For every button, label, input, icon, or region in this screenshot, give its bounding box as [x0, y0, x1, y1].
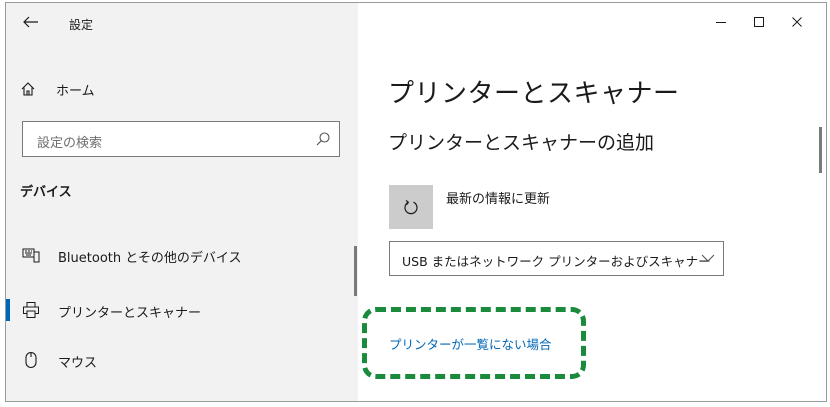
- main-content: プリンターとスキャナー プリンターとスキャナーの追加 最新の情報に更新 USB …: [358, 3, 826, 401]
- search-icon: [316, 132, 330, 146]
- dropdown-value: USB またはネットワーク プリンターおよびスキャナー: [402, 254, 711, 269]
- device-type-dropdown[interactable]: USB またはネットワーク プリンターおよびスキャナー: [389, 241, 724, 276]
- section-title: プリンターとスキャナーの追加: [388, 132, 655, 154]
- close-button[interactable]: [782, 11, 812, 33]
- sidebar-item-bluetooth[interactable]: Bluetooth とその他のデバイス: [6, 238, 358, 272]
- bluetooth-devices-icon: [22, 248, 40, 263]
- content-scrollbar[interactable]: [819, 127, 822, 173]
- sidebar-item-printers[interactable]: プリンターとスキャナー: [6, 293, 358, 327]
- active-indicator: [6, 299, 10, 321]
- printer-not-listed-link[interactable]: プリンターが一覧にない場合: [389, 334, 552, 353]
- chevron-down-icon: [701, 254, 715, 262]
- minimize-icon: [716, 22, 726, 23]
- back-arrow-icon: [23, 16, 38, 28]
- sidebar-item-mouse[interactable]: マウス: [6, 343, 358, 377]
- settings-window: 設定 ホーム 設定の検索 デバイス Bluetooth とその他のデバイス プリ…: [5, 2, 827, 402]
- refresh-button[interactable]: [389, 185, 433, 229]
- sidebar: 設定 ホーム 設定の検索 デバイス Bluetooth とその他のデバイス プリ…: [6, 3, 358, 401]
- sidebar-item-label: プリンターとスキャナー: [58, 306, 202, 321]
- printer-icon: [23, 302, 39, 318]
- close-icon: [792, 17, 802, 27]
- home-link[interactable]: ホーム: [20, 77, 95, 101]
- maximize-button[interactable]: [744, 11, 774, 33]
- search-input[interactable]: 設定の検索: [22, 121, 340, 157]
- home-label: ホーム: [56, 83, 95, 99]
- refresh-label: 最新の情報に更新: [446, 192, 551, 207]
- home-icon: [21, 82, 35, 96]
- back-button[interactable]: [20, 11, 42, 33]
- page-title: プリンターとスキャナー: [388, 79, 680, 109]
- sidebar-scrollbar[interactable]: [354, 246, 357, 296]
- sidebar-item-label: Bluetooth とその他のデバイス: [58, 251, 242, 266]
- search-placeholder: 設定の検索: [37, 136, 103, 151]
- refresh-icon: [404, 200, 418, 215]
- section-heading: デバイス: [20, 185, 72, 200]
- maximize-icon: [754, 17, 764, 27]
- minimize-button[interactable]: [706, 11, 736, 33]
- mouse-icon: [25, 351, 37, 369]
- sidebar-item-label: マウス: [58, 356, 98, 371]
- app-title: 設定: [69, 18, 94, 32]
